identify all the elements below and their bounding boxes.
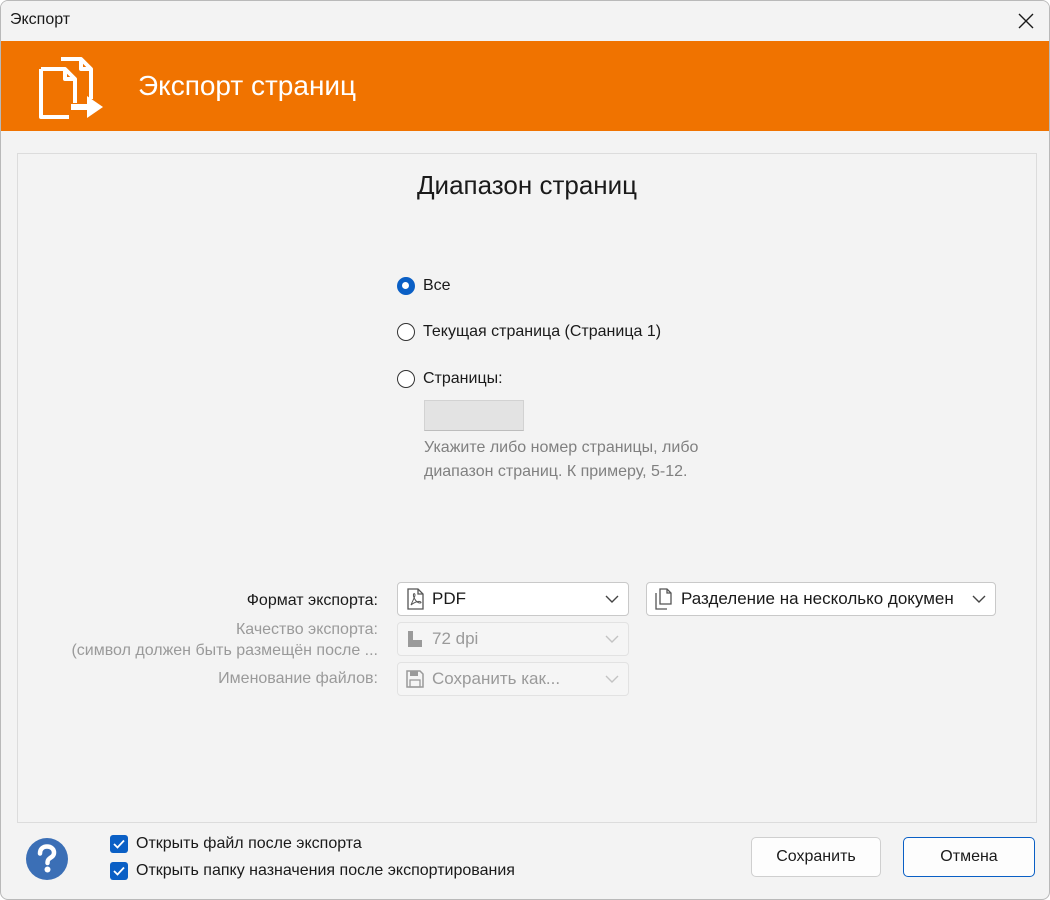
close-icon [1018,13,1034,29]
checkbox-indicator[interactable] [110,835,128,853]
export-quality-note: (символ должен быть размещён после ... [71,642,378,659]
radio-indicator[interactable] [397,370,415,388]
content-panel: Диапазон страниц Все Текущая страница (С… [17,153,1037,823]
save-button[interactable]: Сохранить [751,837,881,877]
checkbox-indicator[interactable] [110,862,128,880]
split-documents-icon [653,588,675,610]
check-icon [113,866,125,876]
radio-current-page[interactable]: Текущая страница (Страница 1) [397,323,661,341]
export-pages-icon [39,57,103,119]
export-quality-dropdown[interactable]: 72 dpi [397,622,629,656]
help-icon [26,838,68,880]
pdf-icon [404,588,426,610]
pages-hint: Укажите либо номер страницы, либо диапаз… [424,439,699,480]
cancel-button[interactable]: Отмена [903,837,1035,877]
file-naming-dropdown[interactable]: Сохранить как... [397,662,629,696]
header-banner: Экспорт страниц [1,41,1049,131]
radio-current-page-label: Текущая страница (Страница 1) [423,323,662,340]
export-format-value: PDF [432,589,466,608]
split-mode-dropdown[interactable]: Разделение на несколько докумен [646,582,996,616]
file-naming-value: Сохранить как... [432,669,561,688]
help-button[interactable] [25,837,69,881]
radio-indicator[interactable] [397,323,415,341]
chevron-down-icon [602,629,622,649]
open-file-label: Открыть файл после экспорта [136,835,362,852]
section-title: Диапазон страниц [416,170,638,200]
title-bar: Экспорт [1,1,1049,41]
chevron-down-icon [969,589,989,609]
radio-all[interactable]: Все [397,277,451,295]
split-mode-value: Разделение на несколько докумен [681,589,954,608]
radio-indicator[interactable] [397,277,415,295]
open-file-checkbox[interactable]: Открыть файл после экспорта [110,835,362,853]
export-format-label: Формат экспорта: [246,592,378,609]
export-dialog: Экспорт Экспорт страниц Диапазон страниц… [0,0,1050,900]
export-quality-label: Качество экспорта: [235,621,378,638]
open-folder-label: Открыть папку назначения после экспортир… [136,862,515,879]
export-format-dropdown[interactable]: PDF [397,582,629,616]
radio-pages-label: Страницы: [423,370,503,387]
save-icon [404,668,426,690]
export-quality-value: 72 dpi [432,629,479,648]
banner-title: Экспорт страниц [138,70,357,101]
radio-all-label: Все [423,277,451,294]
radio-pages[interactable]: Страницы: [397,370,503,388]
quality-icon [404,628,426,650]
chevron-down-icon [602,589,622,609]
open-folder-checkbox[interactable]: Открыть папку назначения после экспортир… [110,862,515,880]
check-icon [113,839,125,849]
pages-range-input[interactable] [424,400,524,431]
close-button[interactable] [1003,1,1049,41]
chevron-down-icon [602,669,622,689]
window-title: Экспорт [10,11,71,28]
file-naming-label: Именование файлов: [218,670,378,687]
